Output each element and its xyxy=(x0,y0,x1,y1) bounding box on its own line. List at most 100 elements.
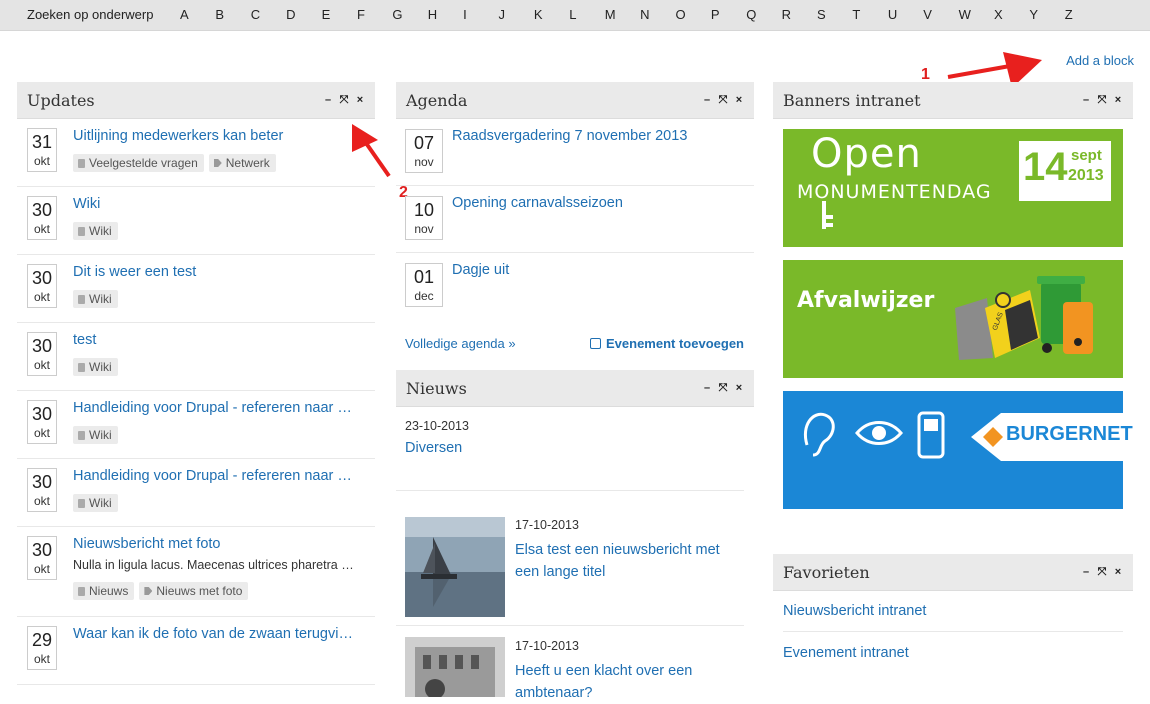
favorite-link[interactable]: Nieuwsbericht intranet xyxy=(783,603,926,619)
alphabet-letter[interactable]: N xyxy=(640,7,675,22)
tag-badge[interactable]: Nieuws met foto xyxy=(139,582,249,600)
alphabet-letter[interactable]: Q xyxy=(746,7,781,22)
close-icon[interactable]: × xyxy=(355,94,365,107)
afvalwijzer-banner[interactable]: Afvalwijzer GLAS xyxy=(783,260,1123,378)
tag-badge[interactable]: Netwerk xyxy=(208,154,276,172)
news-photo-building[interactable] xyxy=(405,637,505,697)
close-icon[interactable]: × xyxy=(1113,94,1123,107)
alphabet-letter[interactable]: W xyxy=(959,7,994,22)
document-icon xyxy=(78,362,85,372)
news-title[interactable]: Diversen xyxy=(405,440,462,456)
update-tags: Wiki xyxy=(73,494,118,512)
update-title-link[interactable]: Handleiding voor Drupal - refereren naar… xyxy=(73,468,365,484)
agenda-title-link[interactable]: Opening carnavalsseizoen xyxy=(452,195,742,211)
alphabet-letter[interactable]: G xyxy=(392,7,427,22)
add-event-link[interactable]: Evenement toevoegen xyxy=(590,336,744,351)
add-block-link[interactable]: Add a block xyxy=(1066,53,1134,68)
full-agenda-link[interactable]: Volledige agenda » xyxy=(405,336,516,351)
tag-icon xyxy=(213,159,222,167)
burgernet-banner[interactable]: BURGERNET xyxy=(783,391,1133,509)
minimize-icon[interactable]: – xyxy=(1081,566,1091,579)
alphabet-letter[interactable]: U xyxy=(888,7,923,22)
tag-label: Wiki xyxy=(89,224,112,238)
date-badge: 30 okt xyxy=(27,196,57,240)
alphabet-letter[interactable]: C xyxy=(251,7,286,22)
alphabet-letter[interactable]: X xyxy=(994,7,1029,22)
update-title-link[interactable]: Wiki xyxy=(73,196,365,212)
favorite-divider xyxy=(783,631,1123,632)
alphabet-letter[interactable]: S xyxy=(817,7,852,22)
news-title-line[interactable]: ambtenaar? xyxy=(515,682,592,704)
update-tags: Wiki xyxy=(73,426,118,444)
update-title-link[interactable]: Uitlijning medewerkers kan beter xyxy=(73,128,365,144)
open-monumentendag-banner[interactable]: Open MONUMENTENDAG 14 sept 2013 xyxy=(783,129,1123,247)
date-day: 30 xyxy=(31,200,53,220)
close-icon[interactable]: × xyxy=(734,382,744,395)
tag-badge[interactable]: Wiki xyxy=(73,290,118,308)
update-tags: Nieuws Nieuws met foto xyxy=(73,582,249,600)
alphabet-letter[interactable]: J xyxy=(499,7,534,22)
alphabet-letter[interactable]: Z xyxy=(1065,7,1100,22)
alphabet-letter[interactable]: F xyxy=(357,7,392,22)
alphabet-letter[interactable]: D xyxy=(286,7,321,22)
alphabet-letter[interactable]: M xyxy=(605,7,640,22)
banner-afvalwijzer-text: Afvalwijzer xyxy=(797,288,935,313)
tag-badge[interactable]: Wiki xyxy=(73,494,118,512)
banner-open-text: Open xyxy=(811,131,922,177)
close-icon[interactable]: × xyxy=(1113,566,1123,579)
update-title-link[interactable]: Handleiding voor Drupal - refereren naar… xyxy=(73,400,365,416)
alphabet-letter[interactable]: I xyxy=(463,7,498,22)
expand-icon[interactable]: ⤧ xyxy=(718,94,728,107)
update-title-link[interactable]: Waar kan ik de foto van de zwaan terugvi… xyxy=(73,626,365,642)
tag-badge[interactable]: Wiki xyxy=(73,222,118,240)
minimize-icon[interactable]: – xyxy=(702,382,712,395)
date-month: dec xyxy=(414,289,434,303)
news-title-line[interactable]: Heeft u een klacht over een xyxy=(515,660,692,682)
agenda-item: 01 dec Dagje uit xyxy=(396,253,754,320)
agenda-title-link[interactable]: Raadsvergadering 7 november 2013 xyxy=(452,128,742,144)
tag-badge[interactable]: Wiki xyxy=(73,358,118,376)
document-icon xyxy=(78,430,85,440)
news-photo-sailboat[interactable] xyxy=(405,517,505,617)
news-title-line[interactable]: Elsa test een nieuwsbericht met xyxy=(515,539,720,561)
tag-badge[interactable]: Nieuws xyxy=(73,582,135,600)
nieuws-list: 23-10-2013 Diversen 17-10-2013 Elsa test… xyxy=(396,407,754,701)
close-icon[interactable]: × xyxy=(734,94,744,107)
date-badge: 30 okt xyxy=(27,400,57,444)
date-day: 30 xyxy=(31,540,53,560)
update-item: 30 okt Dit is weer een test Wiki xyxy=(17,255,375,323)
update-title-link[interactable]: test xyxy=(73,332,365,348)
alphabet-letter[interactable]: V xyxy=(923,7,958,22)
alphabet-letter[interactable]: Y xyxy=(1029,7,1064,22)
tag-badge[interactable]: Veelgestelde vragen xyxy=(73,154,204,172)
minimize-icon[interactable]: – xyxy=(702,94,712,107)
alphabet-letter[interactable]: H xyxy=(428,7,463,22)
alphabet-letter[interactable]: O xyxy=(675,7,710,22)
update-tags: Wiki xyxy=(73,358,118,376)
banner-monumentendag-text: MONUMENTENDAG xyxy=(797,181,992,203)
tag-badge[interactable]: Wiki xyxy=(73,426,118,444)
update-title-link[interactable]: Nieuwsbericht met foto xyxy=(73,536,365,552)
alphabet-letter[interactable]: L xyxy=(569,7,604,22)
alphabet-letter[interactable]: B xyxy=(215,7,250,22)
news-item[interactable]: 23-10-2013 Diversen xyxy=(396,407,744,491)
favorieten-list: Nieuwsbericht intranet Evenement intrane… xyxy=(773,591,1133,671)
alphabet-letter[interactable]: A xyxy=(180,7,215,22)
expand-icon[interactable]: ⤧ xyxy=(1097,566,1107,579)
alphabet-letter[interactable]: R xyxy=(782,7,817,22)
expand-icon[interactable]: ⤧ xyxy=(1097,94,1107,107)
expand-icon[interactable]: ⤧ xyxy=(718,382,728,395)
expand-icon[interactable]: ⤧ xyxy=(339,94,349,107)
agenda-title-link[interactable]: Dagje uit xyxy=(452,262,742,278)
minimize-icon[interactable]: – xyxy=(1081,94,1091,107)
favorite-link[interactable]: Evenement intranet xyxy=(783,645,909,661)
minimize-icon[interactable]: – xyxy=(323,94,333,107)
alphabet-letter[interactable]: P xyxy=(711,7,746,22)
date-badge: 29 okt xyxy=(27,626,57,670)
alphabet-letter[interactable]: E xyxy=(322,7,357,22)
nieuws-block: Nieuws – ⤧ × 23-10-2013 Diversen 17-10-2… xyxy=(396,370,754,701)
update-title-link[interactable]: Dit is weer een test xyxy=(73,264,365,280)
news-title-line[interactable]: een lange titel xyxy=(515,561,605,583)
alphabet-letter[interactable]: T xyxy=(852,7,887,22)
alphabet-letter[interactable]: K xyxy=(534,7,569,22)
